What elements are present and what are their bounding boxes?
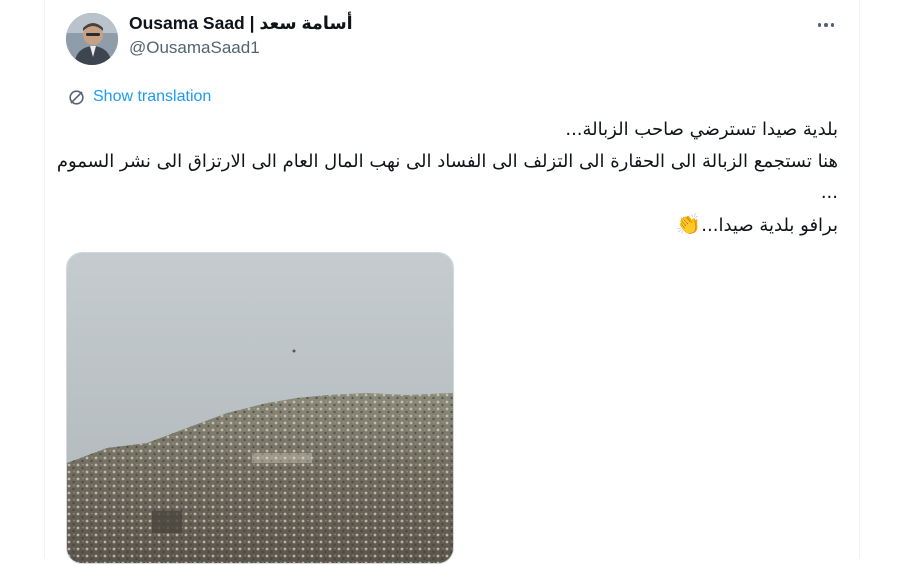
more-dot <box>817 23 822 27</box>
tweet-line: بلدية صيدا تسترضي صاحب الزبالة... <box>565 119 838 140</box>
show-translation-button[interactable]: Show translation <box>67 87 211 107</box>
tweet-line-last: برافو بلدية صيدا...👏 <box>60 209 838 242</box>
tweet-line-text: برافو بلدية صيدا... <box>701 214 838 236</box>
author-avatar[interactable] <box>66 13 118 65</box>
show-translation-label[interactable]: Show translation <box>93 88 211 106</box>
author-name-row[interactable]: Ousama Saad | أسامة سعد <box>129 12 353 34</box>
author-display-name[interactable]: Ousama Saad | أسامة سعد <box>129 13 353 34</box>
tweet-line: هنا تستجمع الزبالة الى الحقارة الى التزل… <box>56 150 838 172</box>
avatar-image <box>66 13 118 65</box>
clapping-hands-icon: 👏 <box>676 211 702 236</box>
tweet-media-video[interactable] <box>66 252 454 564</box>
tweet-line: ... <box>820 182 838 203</box>
author-handle[interactable]: @OusamaSaad1 <box>129 38 260 58</box>
translate-icon <box>69 89 84 105</box>
more-dot <box>830 23 835 27</box>
more-dot <box>824 23 828 27</box>
more-options-icon[interactable] <box>812 13 840 37</box>
media-thumbnail <box>67 253 453 563</box>
tweet-body: بلدية صيدا تسترضي صاحب الزبالة... هنا تس… <box>56 114 838 242</box>
